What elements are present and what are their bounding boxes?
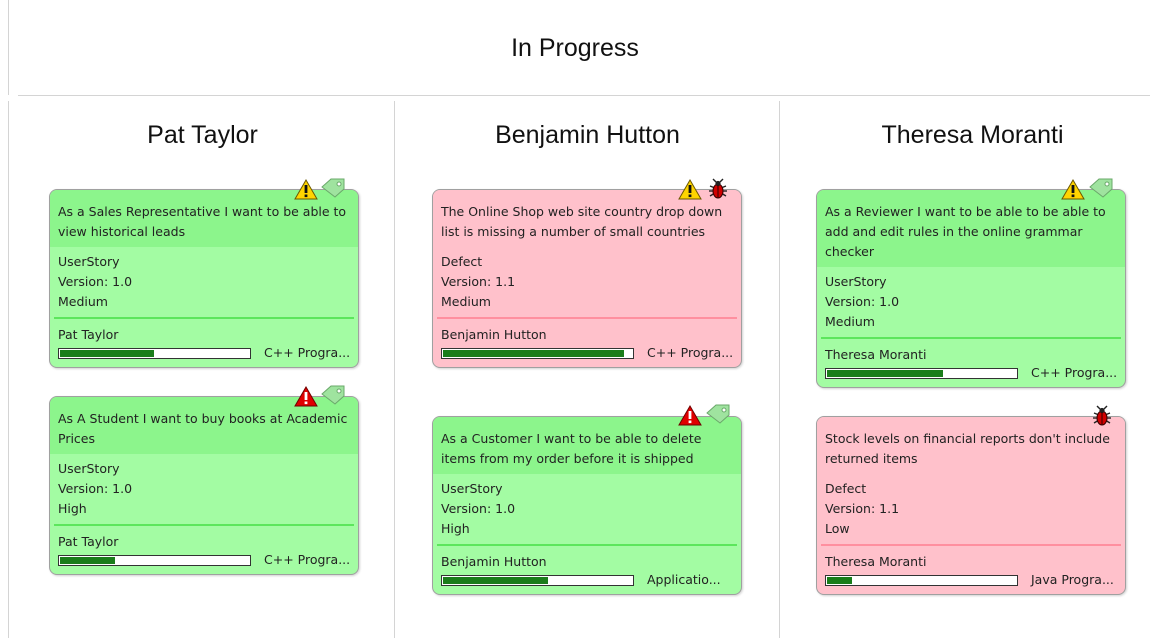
- progress-fill: [443, 577, 548, 584]
- lane-title-theresa-moranti: Theresa Moranti: [881, 121, 1064, 149]
- tag-icon: [705, 404, 731, 424]
- kanban-card[interactable]: Stock levels on financial reports don't …: [816, 416, 1126, 595]
- progress-bar: [58, 555, 251, 566]
- header-divider: [18, 95, 1150, 96]
- card-meta: UserStory Version: 1.0 High: [433, 474, 741, 544]
- kanban-card[interactable]: As a Sales Representative I want to be a…: [49, 189, 359, 368]
- card-meta: UserStory Version: 1.0 High: [50, 454, 358, 524]
- board-title: In Progress: [511, 34, 639, 62]
- kanban-card[interactable]: As A Student I want to buy books at Acad…: [49, 396, 359, 575]
- progress-fill: [60, 350, 154, 357]
- card-type: Defect: [441, 254, 483, 269]
- kanban-card[interactable]: As a Reviewer I want to be able to be ab…: [816, 189, 1126, 388]
- card-meta: UserStory Version: 1.0 Medium: [50, 247, 358, 317]
- progress-bar: [825, 368, 1018, 379]
- card-owner: Theresa Moranti: [825, 554, 927, 569]
- card-task: Applicatio...: [647, 572, 721, 587]
- lane-divider: [8, 101, 9, 638]
- card-version: Version: 1.0: [58, 481, 133, 496]
- progress-bar: [58, 348, 251, 359]
- card-type: UserStory: [58, 461, 120, 476]
- progress-bar: [441, 575, 634, 586]
- card-task: C++ Progra...: [264, 552, 351, 567]
- progress-fill: [443, 350, 625, 357]
- warning-red-icon: [294, 386, 318, 407]
- warning-yellow-icon: [1061, 179, 1085, 200]
- card-meta: Defect Version: 1.1 Low: [817, 474, 1125, 544]
- lane-divider: [394, 101, 395, 638]
- card-priority: Medium: [58, 294, 108, 309]
- card-type: UserStory: [58, 254, 120, 269]
- progress-bar: [825, 575, 1018, 586]
- progress-bar: [441, 348, 634, 359]
- progress-fill: [827, 577, 852, 584]
- card-title: Stock levels on financial reports don't …: [817, 417, 1125, 474]
- card-priority: High: [58, 501, 87, 516]
- card-version: Version: 1.0: [825, 294, 900, 309]
- lane-title-benjamin-hutton: Benjamin Hutton: [495, 121, 680, 149]
- card-type: UserStory: [825, 274, 887, 289]
- card-task: Java Progra...: [1031, 572, 1114, 587]
- card-task: C++ Progra...: [1031, 365, 1118, 380]
- card-task: C++ Progra...: [264, 345, 351, 360]
- kanban-card[interactable]: As a Customer I want to be able to delet…: [432, 416, 742, 595]
- card-title: As a Reviewer I want to be able to be ab…: [817, 190, 1125, 267]
- card-version: Version: 1.1: [825, 501, 900, 516]
- tag-icon: [1088, 178, 1114, 198]
- card-version: Version: 1.1: [441, 274, 516, 289]
- card-owner: Theresa Moranti: [825, 347, 927, 362]
- card-meta: UserStory Version: 1.0 Medium: [817, 267, 1125, 337]
- kanban-card[interactable]: The Online Shop web site country drop do…: [432, 189, 742, 368]
- card-owner: Pat Taylor: [58, 327, 119, 342]
- card-type: Defect: [825, 481, 867, 496]
- card-priority: High: [441, 521, 470, 536]
- tag-icon: [320, 178, 346, 198]
- warning-yellow-icon: [294, 179, 318, 200]
- tag-icon: [320, 385, 346, 405]
- bug-icon: [706, 178, 730, 200]
- card-version: Version: 1.0: [441, 501, 516, 516]
- card-priority: Medium: [441, 294, 491, 309]
- lane-divider: [779, 101, 780, 638]
- progress-fill: [60, 557, 116, 564]
- lane-title-pat-taylor: Pat Taylor: [147, 121, 258, 149]
- progress-fill: [827, 370, 944, 377]
- card-owner: Benjamin Hutton: [441, 327, 547, 342]
- card-priority: Low: [825, 521, 850, 536]
- warning-red-icon: [678, 405, 702, 426]
- card-version: Version: 1.0: [58, 274, 133, 289]
- card-owner: Pat Taylor: [58, 534, 119, 549]
- card-priority: Medium: [825, 314, 875, 329]
- card-type: UserStory: [441, 481, 503, 496]
- warning-yellow-icon: [678, 179, 702, 200]
- card-owner: Benjamin Hutton: [441, 554, 547, 569]
- card-meta: Defect Version: 1.1 Medium: [433, 247, 741, 317]
- bug-icon: [1090, 405, 1114, 427]
- card-task: C++ Progra...: [647, 345, 734, 360]
